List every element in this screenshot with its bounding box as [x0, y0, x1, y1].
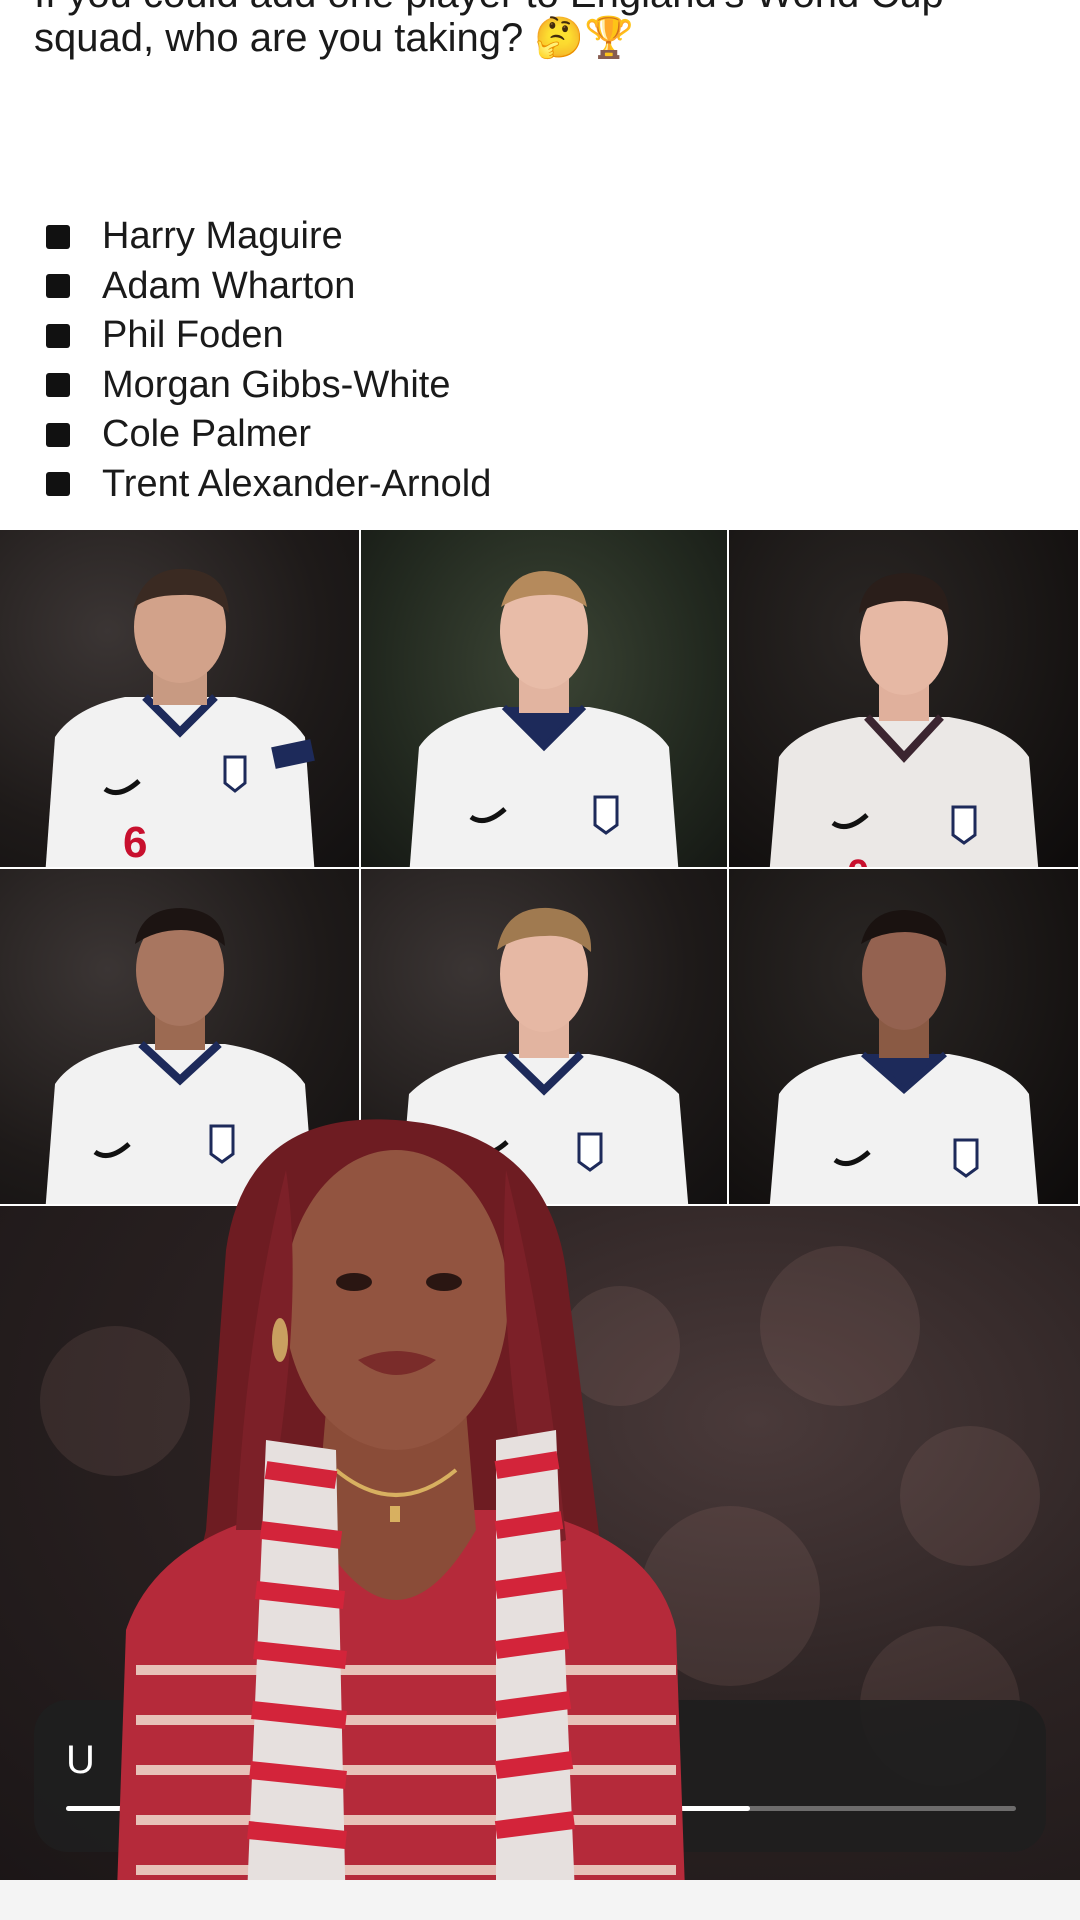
shirt-number: 6: [123, 818, 147, 867]
england-crest-icon: [223, 755, 246, 793]
england-crest-icon: [951, 805, 976, 845]
list-item: Cole Palmer: [46, 410, 491, 460]
player-photo-grid: 6 0: [0, 530, 1080, 1206]
player-name: Cole Palmer: [102, 413, 312, 456]
list-item: Trent Alexander-Arnold: [46, 460, 491, 510]
player-name: Phil Foden: [102, 314, 284, 357]
player-illustration: [769, 910, 1038, 1204]
player-photo-foden: 0: [729, 530, 1080, 869]
player-photo-wharton: [361, 530, 729, 869]
trophy-icon: 🏆: [584, 15, 634, 61]
shirt-number: 0: [847, 852, 869, 869]
list-item: Adam Wharton: [46, 262, 491, 312]
player-options-list: Harry Maguire Adam Wharton Phil Foden Mo…: [46, 212, 491, 509]
post-question: squad, who are you taking?: [34, 16, 524, 60]
bullet-square-icon: [46, 224, 70, 249]
bullet-square-icon: [46, 472, 70, 497]
overlay-label: U: [66, 1738, 95, 1782]
england-crest-icon: [593, 795, 619, 835]
player-name: Harry Maguire: [102, 215, 343, 258]
bullet-square-icon: [46, 422, 70, 447]
bottom-nav-strip: [0, 1880, 1080, 1920]
bullet-square-icon: [46, 274, 70, 299]
player-illustration: 6: [45, 568, 315, 867]
post-text-line-2: squad, who are you taking? 🤔🏆: [34, 14, 634, 62]
presenter-figure: [116, 1119, 686, 1920]
player-photo-maguire: 6: [0, 530, 361, 869]
player-name: Trent Alexander-Arnold: [102, 462, 492, 505]
player-illustration: [409, 571, 679, 867]
list-item: Morgan Gibbs-White: [46, 361, 491, 411]
bullet-square-icon: [46, 373, 70, 398]
thinking-face-icon: 🤔: [534, 15, 585, 61]
list-item: Harry Maguire: [46, 212, 491, 262]
post-text: If you could add one player to England's…: [0, 0, 1080, 80]
england-crest-icon: [953, 1138, 978, 1178]
player-name: Morgan Gibbs-White: [102, 363, 451, 406]
bullet-square-icon: [46, 323, 70, 348]
player-illustration: 0: [769, 573, 1038, 869]
list-item: Phil Foden: [46, 311, 491, 361]
player-name: Adam Wharton: [102, 264, 356, 307]
